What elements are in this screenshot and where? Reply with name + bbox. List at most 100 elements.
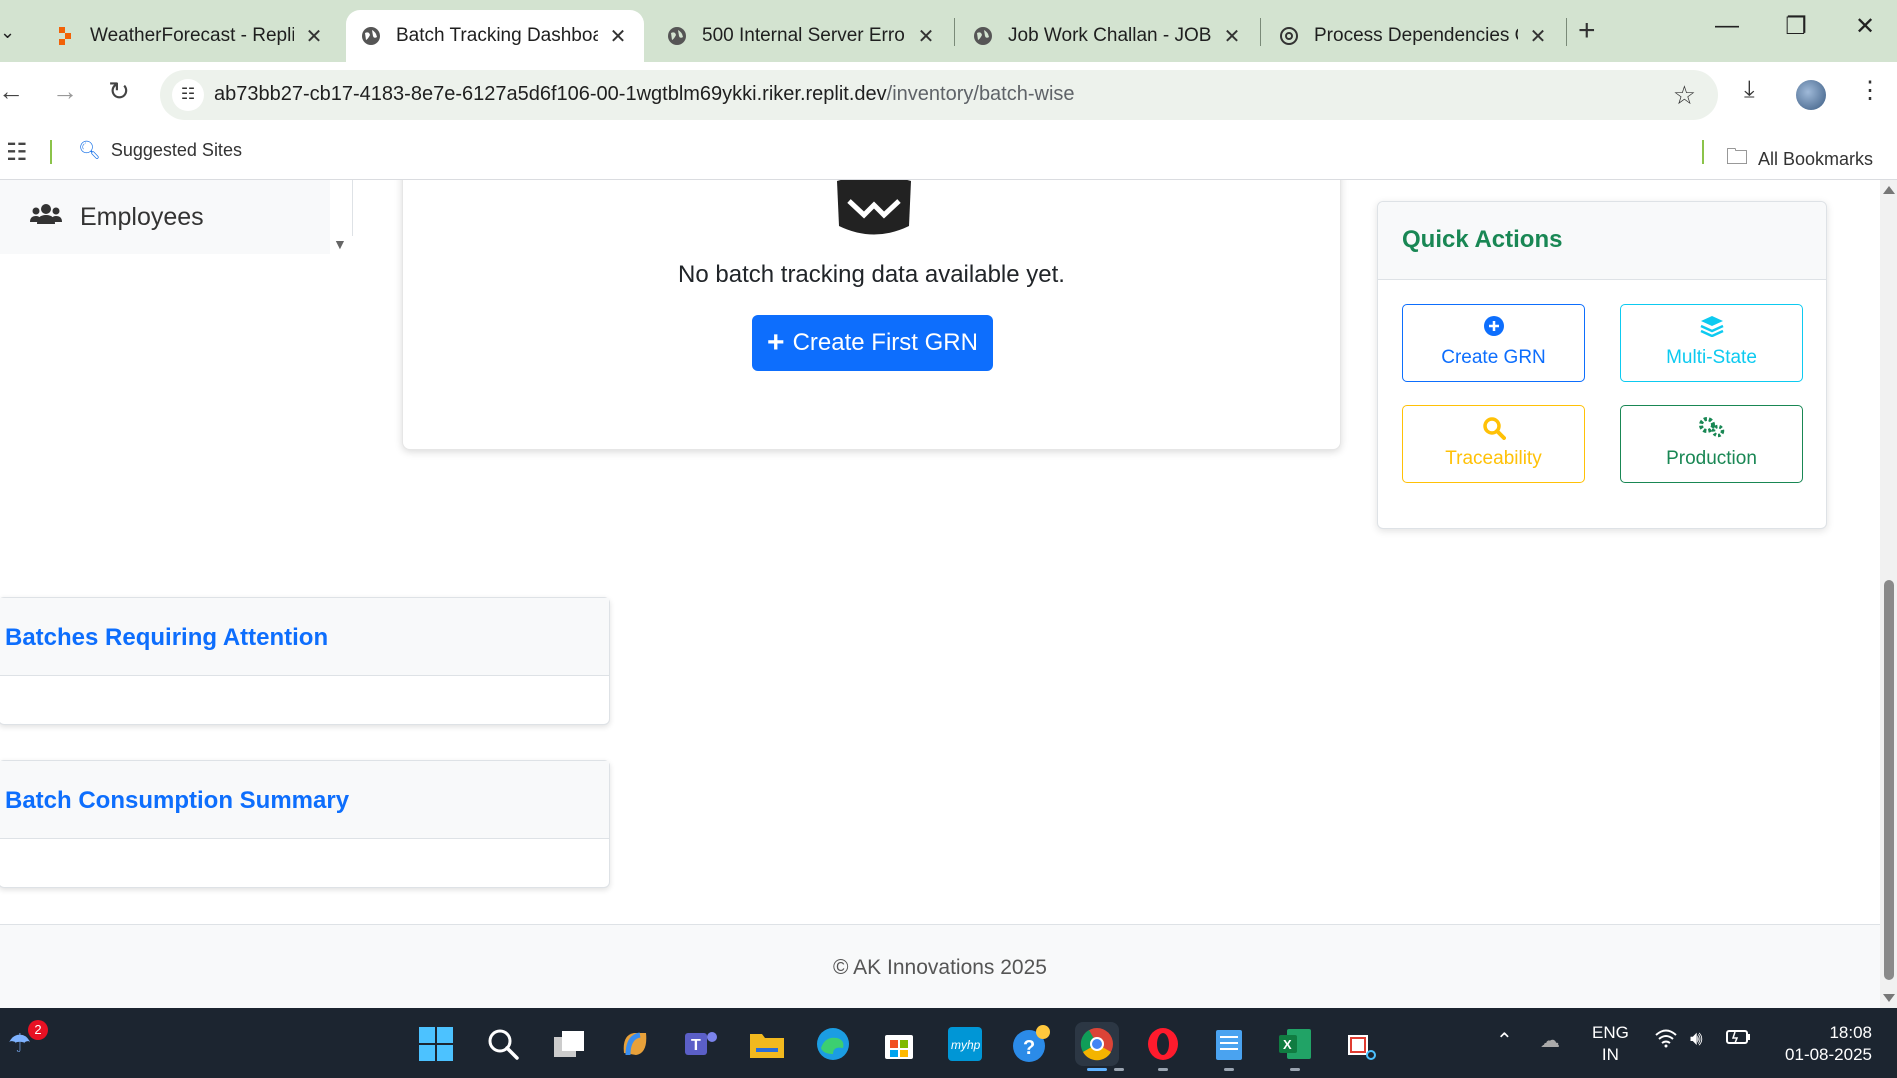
running-indicator bbox=[1114, 1068, 1124, 1071]
tab-weatherforecast[interactable]: WeatherForecast - Replit ✕ bbox=[40, 10, 340, 62]
apps-grid-icon[interactable]: ☷ bbox=[6, 138, 28, 167]
edge-browser-icon[interactable] bbox=[811, 1022, 855, 1066]
input-language[interactable]: ENG IN bbox=[1592, 1022, 1629, 1066]
battery-icon[interactable] bbox=[1726, 1028, 1752, 1052]
tab-job-work-challan[interactable]: Job Work Challan - JOB-2 ✕ bbox=[958, 10, 1258, 62]
volume-icon[interactable]: 🔊︎ bbox=[1690, 1028, 1703, 1051]
bookmark-star-icon[interactable]: ☆ bbox=[1673, 80, 1696, 111]
running-indicator bbox=[1290, 1068, 1300, 1071]
browser-menu-icon[interactable]: ⋮ bbox=[1858, 76, 1882, 105]
svg-text:T: T bbox=[691, 1037, 701, 1054]
traceability-button[interactable]: Traceability bbox=[1402, 405, 1585, 483]
show-hidden-icons-chevron-icon[interactable]: ⌃ bbox=[1496, 1028, 1513, 1053]
empty-state-message: No batch tracking data available yet. bbox=[678, 261, 1065, 288]
myhp-icon[interactable]: myhp bbox=[943, 1022, 987, 1066]
button-label: Create First GRN bbox=[792, 329, 978, 356]
scroll-down-arrow-icon[interactable] bbox=[1883, 994, 1895, 1002]
page-footer: © AK Innovations 2025 bbox=[0, 924, 1880, 1008]
microsoft-store-icon[interactable] bbox=[877, 1022, 921, 1066]
site-settings-icon[interactable]: ☷ bbox=[172, 79, 204, 111]
scrollbar-thumb[interactable] bbox=[1884, 580, 1894, 980]
create-grn-button[interactable]: Create GRN bbox=[1402, 304, 1585, 382]
bookmark-label: Suggested Sites bbox=[110, 140, 242, 160]
minimize-icon[interactable]: — bbox=[1707, 12, 1747, 40]
openai-icon bbox=[1278, 25, 1300, 47]
search-icon: 🔍︎ bbox=[78, 140, 101, 160]
close-tab-icon[interactable]: ✕ bbox=[606, 24, 630, 49]
browser-tab-strip: ⌄ WeatherForecast - Replit ✕ Batch Track… bbox=[0, 0, 1897, 62]
clock-date: 01-08-2025 bbox=[1785, 1045, 1872, 1064]
all-bookmarks[interactable]: 🗀︎ All Bookmarks bbox=[1726, 140, 1873, 178]
new-tab-plus-icon[interactable]: + bbox=[1578, 14, 1596, 48]
sidebar-scroll-down-icon[interactable]: ▼ bbox=[333, 236, 347, 252]
onedrive-cloud-icon[interactable]: ☁︎ bbox=[1540, 1028, 1560, 1053]
quick-actions-card: Quick Actions Create GRN Multi-State Tra… bbox=[1377, 201, 1827, 529]
search-icon bbox=[1403, 416, 1584, 442]
close-tab-icon[interactable]: ✕ bbox=[1526, 24, 1550, 49]
production-button[interactable]: Production bbox=[1620, 405, 1803, 483]
windows-start-icon[interactable] bbox=[414, 1022, 458, 1066]
page-scrollbar[interactable] bbox=[1880, 180, 1897, 1008]
profile-avatar[interactable] bbox=[1796, 80, 1826, 110]
browser-toolbar: ← → ↻ ☷ ab73bb27-cb17-4183-8e7e-6127a5d6… bbox=[0, 62, 1897, 126]
sidebar-item-employees[interactable]: Employees bbox=[0, 180, 330, 254]
close-tab-icon[interactable]: ✕ bbox=[1220, 24, 1244, 49]
scroll-up-arrow-icon[interactable] bbox=[1883, 186, 1895, 194]
multi-state-button[interactable]: Multi-State bbox=[1620, 304, 1803, 382]
tab-search-chevron-icon[interactable]: ⌄ bbox=[0, 22, 15, 43]
back-arrow-icon[interactable]: ← bbox=[0, 76, 28, 107]
footer-divider bbox=[0, 924, 1880, 925]
language-code: ENG bbox=[1592, 1023, 1629, 1042]
close-tab-icon[interactable]: ✕ bbox=[302, 24, 326, 49]
file-explorer-icon[interactable] bbox=[745, 1022, 789, 1066]
clock-time: 18:08 bbox=[1829, 1023, 1872, 1042]
tab-batch-tracking-dashboard[interactable]: Batch Tracking Dashboard ✕ bbox=[346, 10, 644, 62]
notification-badge: 2 bbox=[28, 1020, 48, 1040]
task-view-icon[interactable] bbox=[547, 1022, 591, 1066]
download-icon[interactable]: ⤓ bbox=[1744, 76, 1755, 104]
forward-arrow-icon[interactable]: → bbox=[48, 76, 82, 107]
get-help-icon[interactable]: ? bbox=[1009, 1022, 1053, 1066]
tab-500-internal-server-error[interactable]: 500 Internal Server Error ✕ bbox=[652, 10, 952, 62]
bookmarks-bar: ☷ 🔍︎ Suggested Sites 🗀︎ All Bookmarks bbox=[0, 126, 1897, 180]
bookmark-label: All Bookmarks bbox=[1758, 148, 1874, 169]
globe-icon bbox=[972, 25, 994, 47]
replit-icon bbox=[54, 25, 76, 47]
snipping-tool-icon[interactable] bbox=[1339, 1022, 1383, 1066]
bookmark-suggested-sites[interactable]: 🔍︎ Suggested Sites bbox=[78, 140, 242, 161]
windows-taskbar: ☂︎ 2 T myhp ? X ⌃ ☁︎ ENG IN 🔊︎ 18:08 01-… bbox=[0, 1008, 1897, 1078]
quick-action-label: Create GRN bbox=[1441, 347, 1546, 368]
svg-text:X: X bbox=[1283, 1037, 1292, 1052]
search-icon[interactable] bbox=[481, 1022, 525, 1066]
tab-title: Job Work Challan - JOB-2 bbox=[1008, 25, 1212, 46]
copilot-icon[interactable] bbox=[613, 1022, 657, 1066]
address-bar[interactable]: ☷ ab73bb27-cb17-4183-8e7e-6127a5d6f106-0… bbox=[160, 70, 1718, 120]
running-indicator bbox=[1158, 1068, 1168, 1071]
url-path: /inventory/batch-wise bbox=[886, 83, 1075, 105]
notepad-icon[interactable] bbox=[1207, 1022, 1251, 1066]
plus-icon: + bbox=[767, 326, 785, 359]
tab-separator bbox=[1260, 18, 1261, 46]
card-title: Batches Requiring Attention bbox=[0, 598, 609, 676]
running-indicator bbox=[1224, 1068, 1234, 1071]
url-text[interactable]: ab73bb27-cb17-4183-8e7e-6127a5d6f106-00-… bbox=[214, 83, 1075, 106]
teams-icon[interactable]: T bbox=[679, 1022, 723, 1066]
quick-action-label: Multi-State bbox=[1666, 347, 1757, 368]
chrome-browser-icon[interactable] bbox=[1075, 1022, 1119, 1066]
excel-icon[interactable]: X bbox=[1273, 1022, 1317, 1066]
tab-title: WeatherForecast - Replit bbox=[90, 25, 294, 46]
system-clock[interactable]: 18:08 01-08-2025 bbox=[1772, 1022, 1872, 1066]
sidebar-item-label: Employees bbox=[80, 202, 204, 231]
tab-process-dependencies[interactable]: Process Dependencies Ov ✕ bbox=[1264, 10, 1564, 62]
close-tab-icon[interactable]: ✕ bbox=[914, 24, 938, 49]
close-window-icon[interactable]: ✕ bbox=[1845, 12, 1885, 41]
wifi-icon[interactable] bbox=[1654, 1028, 1678, 1054]
svg-text:myhp: myhp bbox=[951, 1038, 981, 1052]
restore-icon[interactable]: ❐ bbox=[1776, 12, 1816, 41]
box-open-icon bbox=[829, 180, 919, 241]
opera-browser-icon[interactable] bbox=[1141, 1022, 1185, 1066]
create-first-grn-button[interactable]: + Create First GRN bbox=[752, 315, 993, 371]
reload-icon[interactable]: ↻ bbox=[102, 76, 136, 107]
url-host: ab73bb27-cb17-4183-8e7e-6127a5d6f106-00-… bbox=[214, 83, 887, 105]
tab-title: 500 Internal Server Error bbox=[702, 25, 906, 46]
